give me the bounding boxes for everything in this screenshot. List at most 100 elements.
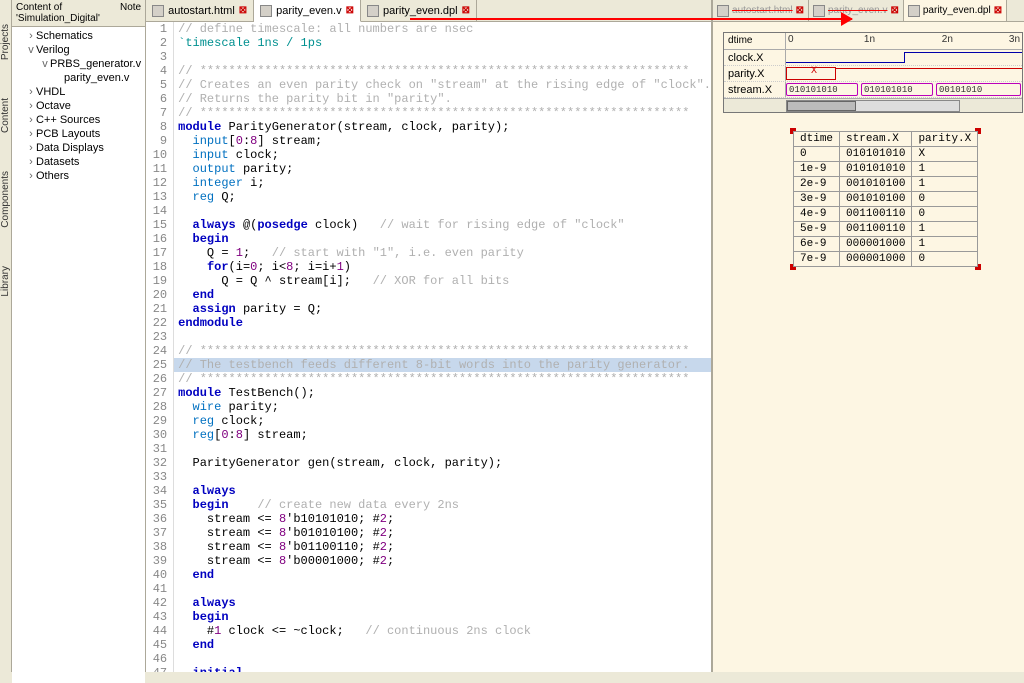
table-row[interactable]: 6e-90000010001 — [794, 237, 978, 252]
code-line[interactable]: 29 reg clock; — [146, 414, 711, 428]
code-line[interactable]: 10 input clock; — [146, 148, 711, 162]
tree-item[interactable]: ›VHDL — [12, 85, 145, 99]
rail-tab-content[interactable]: Content — [0, 94, 11, 137]
code-line[interactable]: 15 always @(posedge clock) // wait for r… — [146, 218, 711, 232]
code-line[interactable]: 7// ************************************… — [146, 106, 711, 120]
table-cell: 1e-9 — [794, 162, 840, 177]
code-line[interactable]: 45 end — [146, 638, 711, 652]
code-line[interactable]: 16 begin — [146, 232, 711, 246]
tree-item-label: Verilog — [36, 44, 70, 56]
code-line[interactable]: 32 ParityGenerator gen(stream, clock, pa… — [146, 456, 711, 470]
table-header: stream.X — [840, 132, 912, 147]
code-line[interactable]: 1// define timescale: all numbers are ns… — [146, 22, 711, 36]
code-text: Q = Q ^ stream[i]; // XOR for all bits — [174, 274, 711, 288]
tree-item[interactable]: ›PCB Layouts — [12, 127, 145, 141]
code-line[interactable]: 40 end — [146, 568, 711, 582]
table-row[interactable]: 7e-90000010000 — [794, 252, 978, 267]
code-line[interactable]: 43 begin — [146, 610, 711, 624]
results-tab[interactable]: autostart.html⊠ — [713, 0, 809, 21]
code-line[interactable]: 18 for(i=0; i<8; i=i+1) — [146, 260, 711, 274]
code-line[interactable]: 20 end — [146, 288, 711, 302]
code-line[interactable]: 19 Q = Q ^ stream[i]; // XOR for all bit… — [146, 274, 711, 288]
rail-tab-projects[interactable]: Projects — [0, 20, 11, 64]
close-icon[interactable]: ⊠ — [346, 5, 354, 16]
code-line[interactable]: 4// ************************************… — [146, 64, 711, 78]
code-line[interactable]: 37 stream <= 8'b01010100; #2; — [146, 526, 711, 540]
rail-tab-library[interactable]: Library — [0, 262, 11, 301]
line-number: 34 — [146, 484, 174, 498]
wf-tick: 1n — [864, 34, 875, 45]
code-line[interactable]: 9 input[0:8] stream; — [146, 134, 711, 148]
table-row[interactable]: 4e-90011001100 — [794, 207, 978, 222]
tree-item[interactable]: ›Octave — [12, 99, 145, 113]
code-text: ParityGenerator gen(stream, clock, parit… — [174, 456, 711, 470]
line-number: 35 — [146, 498, 174, 512]
code-line[interactable]: 36 stream <= 8'b10101010; #2; — [146, 512, 711, 526]
code-line[interactable]: 38 stream <= 8'b01100110; #2; — [146, 540, 711, 554]
code-line[interactable]: 5// Creates an even parity check on "str… — [146, 78, 711, 92]
close-icon[interactable]: ⊠ — [796, 5, 804, 16]
results-tab[interactable]: parity_even.v⊠ — [809, 0, 904, 21]
code-line[interactable]: 42 always — [146, 596, 711, 610]
code-line[interactable]: 17 Q = 1; // start with "1", i.e. even p… — [146, 246, 711, 260]
tree-item[interactable]: ›C++ Sources — [12, 113, 145, 127]
code-line[interactable]: 21 assign parity = Q; — [146, 302, 711, 316]
rail-tab-components[interactable]: Components — [0, 167, 11, 232]
close-icon[interactable]: ⊠ — [994, 5, 1002, 16]
line-number: 16 — [146, 232, 174, 246]
tree-item[interactable]: ›Others — [12, 169, 145, 183]
results-table[interactable]: dtimestream.Xparity.X0010101010X1e-90101… — [793, 131, 978, 267]
code-line[interactable]: 8module ParityGenerator(stream, clock, p… — [146, 120, 711, 134]
code-line[interactable]: 39 stream <= 8'b00001000; #2; — [146, 554, 711, 568]
code-line[interactable]: 6// Returns the parity bit in "parity". — [146, 92, 711, 106]
close-icon[interactable]: ⊠ — [462, 5, 470, 16]
code-line[interactable]: 34 always — [146, 484, 711, 498]
code-line[interactable]: 3 — [146, 50, 711, 64]
table-cell: 0 — [912, 192, 978, 207]
table-row[interactable]: 3e-90010101000 — [794, 192, 978, 207]
tree-item[interactable]: vPRBS_generator.v — [12, 57, 145, 71]
editor-tab[interactable]: parity_even.dpl⊠ — [361, 0, 477, 21]
code-line[interactable]: 26// ***********************************… — [146, 372, 711, 386]
wf-scrollbar[interactable] — [724, 98, 1022, 112]
code-line[interactable]: 30 reg[0:8] stream; — [146, 428, 711, 442]
waveform-viewer[interactable]: dtime 0 1n 2n 3n clock.X parity.X — [723, 32, 1023, 113]
code-line[interactable]: 35 begin // create new data every 2ns — [146, 498, 711, 512]
code-line[interactable]: 22endmodule — [146, 316, 711, 330]
code-line[interactable]: 13 reg Q; — [146, 190, 711, 204]
editor-tab[interactable]: autostart.html⊠ — [146, 0, 254, 21]
code-editor[interactable]: 1// define timescale: all numbers are ns… — [146, 22, 711, 672]
close-icon[interactable]: ⊠ — [239, 5, 247, 16]
code-text: input[0:8] stream; — [174, 134, 711, 148]
table-row[interactable]: 0010101010X — [794, 147, 978, 162]
table-row[interactable]: 5e-90011001101 — [794, 222, 978, 237]
tree-item[interactable]: ›Datasets — [12, 155, 145, 169]
code-line[interactable]: 46 — [146, 652, 711, 666]
code-line[interactable]: 41 — [146, 582, 711, 596]
code-line[interactable]: 12 integer i; — [146, 176, 711, 190]
table-row[interactable]: 1e-90101010101 — [794, 162, 978, 177]
results-tab[interactable]: parity_even.dpl⊠ — [904, 0, 1007, 21]
table-row[interactable]: 2e-90010101001 — [794, 177, 978, 192]
code-line[interactable]: 2`timescale 1ns / 1ps — [146, 36, 711, 50]
tree-item[interactable]: ›Data Displays — [12, 141, 145, 155]
close-icon[interactable]: ⊠ — [890, 5, 898, 16]
tree-item[interactable]: parity_even.v — [12, 71, 145, 85]
code-line[interactable]: 27module TestBench(); — [146, 386, 711, 400]
code-line[interactable]: 33 — [146, 470, 711, 484]
line-number: 13 — [146, 190, 174, 204]
code-line[interactable]: 28 wire parity; — [146, 400, 711, 414]
editor-tab[interactable]: parity_even.v⊠ — [254, 0, 361, 22]
code-line[interactable]: 44 #1 clock <= ~clock; // continuous 2ns… — [146, 624, 711, 638]
code-line[interactable]: 23 — [146, 330, 711, 344]
tree-item[interactable]: ›Schematics — [12, 29, 145, 43]
code-line[interactable]: 24// ***********************************… — [146, 344, 711, 358]
code-line[interactable]: 25// The testbench feeds different 8-bit… — [146, 358, 711, 372]
code-line[interactable]: 31 — [146, 442, 711, 456]
code-line[interactable]: 47 initial — [146, 666, 711, 672]
wf-scroll-thumb[interactable] — [787, 101, 856, 111]
line-number: 14 — [146, 204, 174, 218]
code-line[interactable]: 14 — [146, 204, 711, 218]
code-line[interactable]: 11 output parity; — [146, 162, 711, 176]
tree-item[interactable]: vVerilog — [12, 43, 145, 57]
